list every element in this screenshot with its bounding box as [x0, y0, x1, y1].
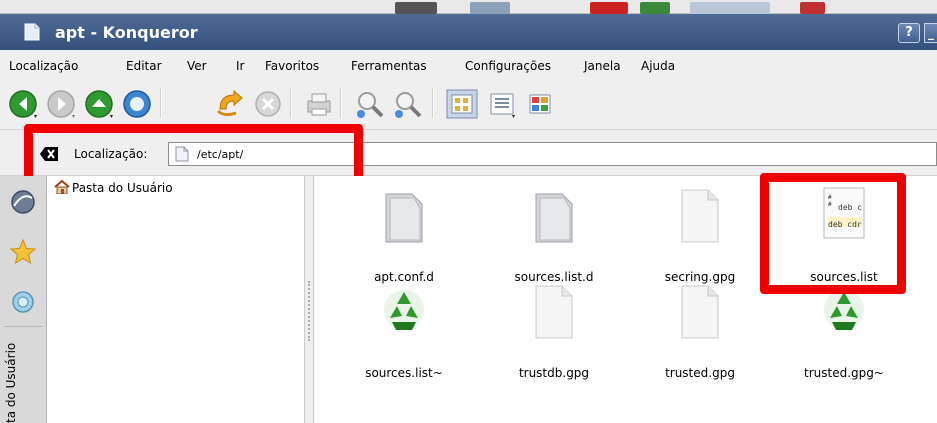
file-label: trusted.gpg: [665, 366, 735, 380]
recycle-icon: [824, 290, 864, 330]
file-label: trustdb.gpg: [518, 366, 590, 380]
toolbar-separator: [340, 88, 342, 118]
toolbar-separator: [432, 88, 434, 118]
window-title: apt - Konqueror: [55, 23, 198, 42]
menu-configuracoes[interactable]: Configurações: [465, 59, 551, 73]
split-view-icon[interactable]: [524, 87, 556, 121]
window-title-bar[interactable]: apt - Konqueror ? _: [0, 14, 937, 50]
home-folder-icon: [54, 180, 70, 194]
menu-favoritos[interactable]: Favoritos: [265, 59, 319, 73]
file-item-secring-gpg[interactable]: secring.gpg: [640, 184, 760, 284]
menu-ver[interactable]: Ver: [187, 59, 207, 73]
menu-ajuda[interactable]: Ajuda: [641, 59, 675, 73]
menu-editar[interactable]: Editar: [126, 59, 162, 73]
file-item-sources-list-backup[interactable]: sources.list~: [344, 280, 464, 380]
file-item-sources-list-d[interactable]: sources.list.d: [494, 184, 614, 284]
menu-ir[interactable]: Ir: [236, 59, 244, 73]
detail-view-icon[interactable]: [486, 87, 518, 121]
forward-icon[interactable]: [46, 87, 78, 121]
sidebar-vertical-tab[interactable]: ta do Usuário: [1, 322, 21, 423]
up-icon[interactable]: [84, 87, 116, 121]
menu-janela[interactable]: Janela: [584, 59, 621, 73]
document-icon: [24, 23, 40, 41]
panel-splitter[interactable]: [304, 176, 314, 423]
globe-icon[interactable]: [9, 188, 37, 216]
file-icon: [535, 285, 573, 339]
desktop-decor: [395, 2, 437, 14]
file-item-apt-conf-d[interactable]: apt.conf.d: [344, 184, 464, 284]
zoom-out-icon[interactable]: [392, 87, 424, 121]
recycle-icon: [384, 290, 424, 330]
desktop-decor: [800, 2, 825, 14]
minimize-button[interactable]: _: [924, 23, 937, 43]
desktop-background-strip: [0, 0, 937, 14]
star-icon[interactable]: [9, 238, 37, 266]
menu-bar: Localização Editar Ver Ir Favoritos Ferr…: [0, 50, 937, 80]
icon-view-icon[interactable]: [446, 87, 478, 121]
file-icon: [681, 285, 719, 339]
toolbar-separator: [290, 88, 292, 118]
menu-ferramentas[interactable]: Ferramentas: [351, 59, 427, 73]
main-toolbar: [0, 80, 937, 130]
file-label: trusted.gpg~: [804, 366, 884, 380]
toolbar-separator: [160, 88, 162, 118]
help-button[interactable]: ?: [898, 23, 920, 43]
folder-icon: [385, 193, 423, 243]
file-label: sources.list~: [365, 366, 443, 380]
menu-localizacao[interactable]: Localização: [9, 59, 78, 73]
file-icon: [681, 189, 719, 243]
highlight-sources-list-box: [760, 173, 906, 294]
folder-icon: [535, 193, 573, 243]
stop-icon[interactable]: [252, 87, 284, 121]
print-icon[interactable]: [302, 87, 334, 121]
history-icon[interactable]: [9, 288, 37, 316]
desktop-decor: [640, 2, 670, 14]
desktop-decor: [590, 2, 628, 14]
zoom-in-icon[interactable]: [354, 87, 386, 121]
desktop-decor: [470, 2, 510, 14]
home-icon[interactable]: [122, 87, 154, 121]
desktop-decor: [690, 2, 770, 14]
file-item-trusted-gpg[interactable]: trusted.gpg: [640, 280, 760, 380]
sidebar-vertical-label: ta do Usuário: [4, 342, 18, 423]
navigation-panel: Pasta do Usuário: [47, 176, 304, 423]
back-icon[interactable]: [8, 87, 40, 121]
splitter-grip: [308, 281, 310, 341]
file-item-trustdb-gpg[interactable]: trustdb.gpg: [494, 280, 614, 380]
nav-label-home-folder: Pasta do Usuário: [72, 181, 173, 195]
reload-icon[interactable]: [214, 87, 246, 121]
